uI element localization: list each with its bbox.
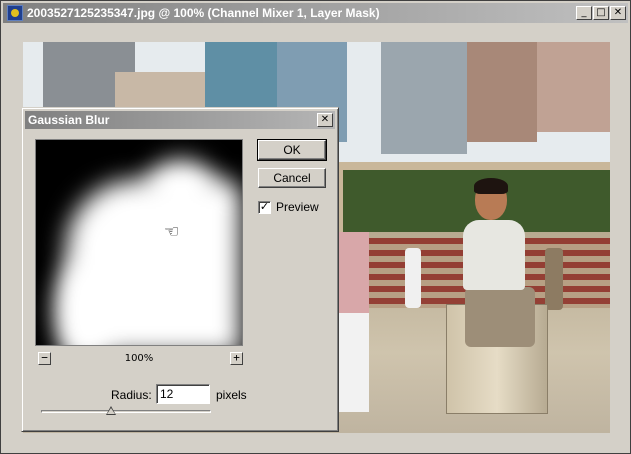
maximize-button[interactable]: □ xyxy=(593,6,609,20)
dialog-close-icon[interactable]: ✕ xyxy=(317,113,333,127)
zoom-level: 100% xyxy=(124,353,154,364)
cancel-button[interactable]: Cancel xyxy=(258,168,326,188)
document-title: 2003527125235347.jpg @ 100% (Channel Mix… xyxy=(27,6,380,20)
radius-label: Radius: xyxy=(111,388,152,402)
hand-tool-icon: ☜ xyxy=(164,222,180,242)
radius-input[interactable] xyxy=(156,384,210,404)
radius-unit: pixels xyxy=(216,388,247,402)
photo-building xyxy=(537,42,610,132)
dialog-title-bar[interactable]: Gaussian Blur ✕ xyxy=(25,111,335,129)
photo-building xyxy=(381,42,467,154)
photo-child xyxy=(405,248,421,308)
photo-person xyxy=(339,232,369,412)
photo-man-legs xyxy=(465,287,535,347)
minimize-button[interactable]: _ xyxy=(576,6,592,20)
zoom-in-button[interactable]: + xyxy=(230,352,243,365)
zoom-out-button[interactable]: − xyxy=(38,352,51,365)
close-button[interactable]: ✕ xyxy=(610,6,626,20)
preview-mask-blob xyxy=(146,160,216,220)
blur-preview[interactable]: ☜ xyxy=(35,139,243,346)
ok-button[interactable]: OK xyxy=(257,139,327,161)
gaussian-blur-dialog: Gaussian Blur ✕ ☜ − 100% + OK Cancel ✓ P… xyxy=(21,107,339,432)
preview-label: Preview xyxy=(276,200,319,214)
photo-building xyxy=(467,42,537,142)
dialog-title: Gaussian Blur xyxy=(28,113,110,127)
photo-man-shirt xyxy=(463,220,525,290)
preview-checkbox[interactable]: ✓ xyxy=(258,200,271,214)
radius-slider-thumb[interactable] xyxy=(105,406,116,415)
document-title-bar[interactable]: 2003527125235347.jpg @ 100% (Channel Mix… xyxy=(3,3,628,23)
photo-man-hair xyxy=(474,178,508,194)
preview-option[interactable]: ✓ Preview xyxy=(258,200,319,214)
photoshop-app-icon[interactable] xyxy=(7,5,23,21)
radius-slider-track[interactable] xyxy=(41,410,211,413)
photo-child xyxy=(545,248,563,310)
